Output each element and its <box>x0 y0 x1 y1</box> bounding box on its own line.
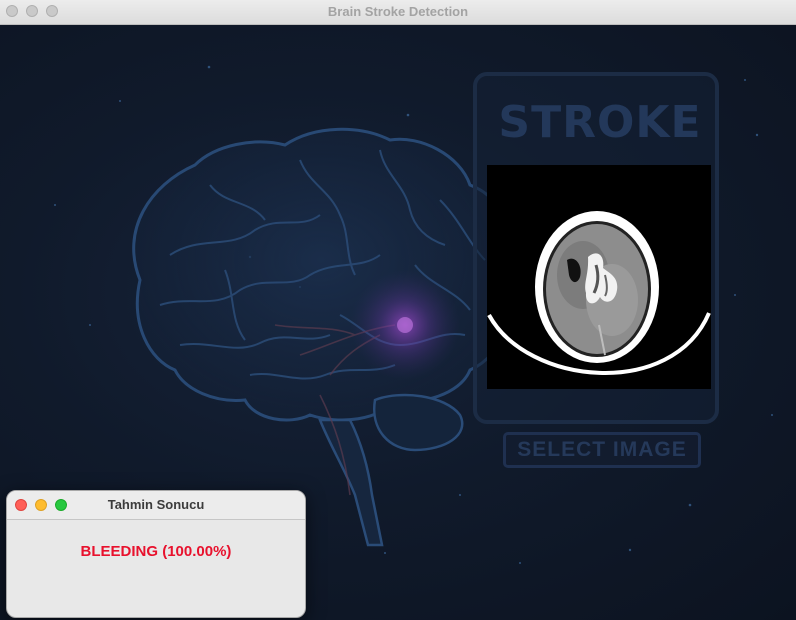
select-image-button[interactable]: SELECT IMAGE <box>503 432 701 468</box>
brain-stem <box>318 418 384 547</box>
card-title: STROKE <box>498 97 702 148</box>
prediction-dialog: Tahmin Sonucu BLEEDING (100.00%) <box>6 490 306 618</box>
dialog-title: Tahmin Sonucu <box>107 497 205 512</box>
dialog-titlebar: Tahmin Sonucu <box>7 491 305 520</box>
window-titlebar: Brain Stroke Detection <box>0 0 796 25</box>
cerebellum <box>372 393 464 452</box>
ct-scan-image <box>487 165 711 389</box>
window-title: Brain Stroke Detection <box>327 4 469 19</box>
prediction-result: BLEEDING (100.00%) <box>80 543 232 560</box>
ct-scan-graphic <box>487 165 711 389</box>
